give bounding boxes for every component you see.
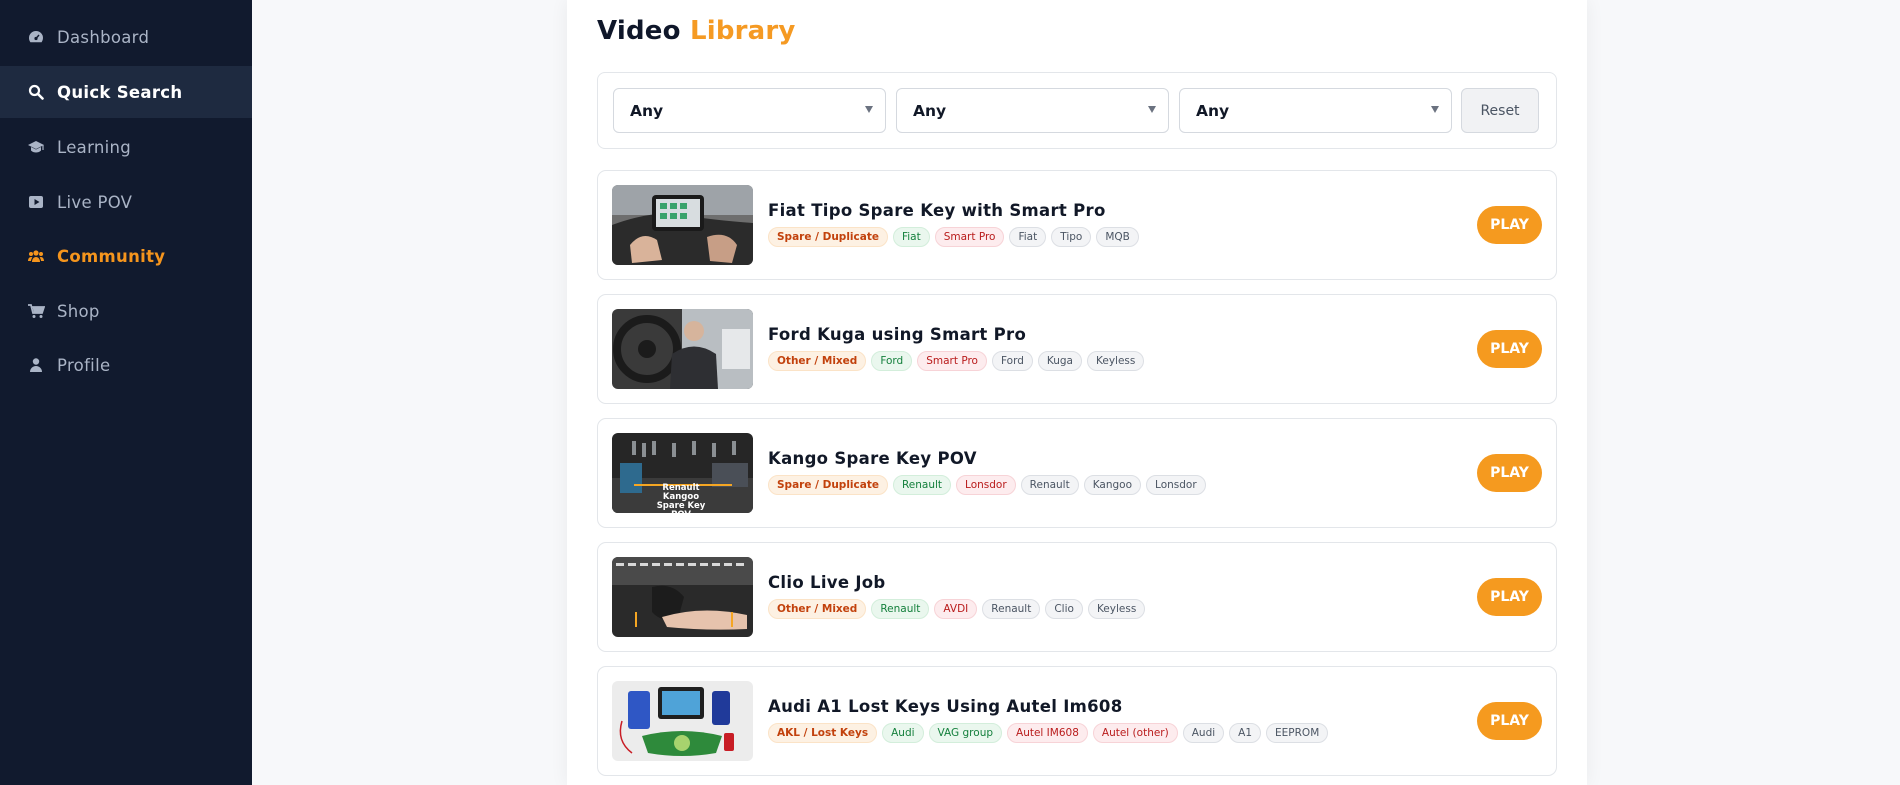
play-icon xyxy=(27,193,45,211)
video-card[interactable]: Renault Kangoo Spare Key POV Kango Spare… xyxy=(597,418,1557,528)
tag-general[interactable]: Ford xyxy=(991,351,1033,371)
tag-make[interactable]: Fiat xyxy=(892,227,930,247)
sidebar-item-shop[interactable]: Shop xyxy=(0,285,252,337)
page-title: Video Library xyxy=(597,16,796,46)
tag-general[interactable]: Audi xyxy=(1182,723,1225,743)
tag-general[interactable]: Fiat xyxy=(1009,227,1047,247)
tag-general[interactable]: Renault xyxy=(1020,475,1079,495)
play-button[interactable]: PLAY xyxy=(1477,206,1542,244)
tag-make[interactable]: Ford xyxy=(871,351,913,371)
video-thumbnail[interactable] xyxy=(612,681,753,761)
sidebar-item-dashboard[interactable]: Dashboard xyxy=(0,11,252,63)
tag-category[interactable]: AKL / Lost Keys xyxy=(768,723,878,743)
tag-general[interactable]: A1 xyxy=(1229,723,1262,743)
tag-general[interactable]: Keyless xyxy=(1087,599,1146,619)
tag-category[interactable]: Spare / Duplicate xyxy=(768,227,888,247)
sidebar-item-live-pov[interactable]: Live POV xyxy=(0,176,252,228)
sidebar-item-label: Quick Search xyxy=(57,82,183,102)
play-button[interactable]: PLAY xyxy=(1477,578,1542,616)
tag-make[interactable]: Renault xyxy=(871,599,930,619)
user-icon xyxy=(27,356,45,374)
tag-make[interactable]: Renault xyxy=(892,475,952,495)
play-button[interactable]: PLAY xyxy=(1477,454,1542,492)
sidebar: Dashboard Quick Search Learning Live POV… xyxy=(0,0,252,785)
filter-select-3-value: Any xyxy=(1196,101,1230,120)
dashboard-gauge-icon xyxy=(27,28,45,46)
chevron-down-icon xyxy=(1148,106,1156,113)
video-card[interactable]: Fiat Tipo Spare Key with Smart Pro Spare… xyxy=(597,170,1557,280)
video-thumbnail[interactable] xyxy=(612,309,753,389)
tag-tool[interactable]: Smart Pro xyxy=(917,351,987,371)
video-thumbnail[interactable] xyxy=(612,557,753,637)
thumbnail-caption-line2: Spare Key POV xyxy=(656,501,706,514)
filter-select-3[interactable]: Any xyxy=(1179,88,1452,133)
sidebar-item-learning[interactable]: Learning xyxy=(0,121,252,173)
page-title-part2: Library xyxy=(689,16,796,46)
filter-select-1-value: Any xyxy=(630,101,664,120)
video-card[interactable]: Clio Live Job Other / Mixed Renault AVDI… xyxy=(597,542,1557,652)
tag-category[interactable]: Spare / Duplicate xyxy=(768,475,888,495)
tag-tool[interactable]: Autel (other) xyxy=(1092,723,1178,743)
tag-tool[interactable]: Autel IM608 xyxy=(1007,723,1088,743)
video-thumbnail[interactable] xyxy=(612,185,753,265)
graduation-cap-icon xyxy=(27,138,45,156)
video-title[interactable]: Kango Spare Key POV xyxy=(768,449,977,468)
sidebar-item-profile[interactable]: Profile xyxy=(0,339,252,391)
chevron-down-icon xyxy=(1431,106,1439,113)
tag-general[interactable]: Tipo xyxy=(1051,227,1092,247)
cart-icon xyxy=(27,302,45,320)
video-library-panel: Video Library Any Any Any Reset Fiat Tip… xyxy=(567,0,1587,785)
video-title[interactable]: Audi A1 Lost Keys Using Autel Im608 xyxy=(768,697,1122,716)
sidebar-item-label: Learning xyxy=(57,137,132,157)
tag-list: Spare / Duplicate Renault Lonsdor Renaul… xyxy=(768,475,1206,495)
play-button[interactable]: PLAY xyxy=(1477,330,1542,368)
tag-make[interactable]: Audi xyxy=(882,723,924,743)
tag-list: AKL / Lost Keys Audi VAG group Autel IM6… xyxy=(768,723,1329,743)
thumbnail-caption-line1: Renault Kangoo xyxy=(662,483,700,502)
tag-make[interactable]: VAG group xyxy=(928,723,1003,743)
thumbnail-caption: Renault Kangoo Spare Key POV xyxy=(646,483,716,514)
tag-general[interactable]: EEPROM xyxy=(1266,723,1329,743)
tag-list: Other / Mixed Ford Smart Pro Ford Kuga K… xyxy=(768,351,1145,371)
video-card[interactable]: Audi A1 Lost Keys Using Autel Im608 AKL … xyxy=(597,666,1557,776)
video-card[interactable]: Ford Kuga using Smart Pro Other / Mixed … xyxy=(597,294,1557,404)
sidebar-item-community[interactable]: Community xyxy=(0,230,252,282)
tag-general[interactable]: Keyless xyxy=(1087,351,1145,371)
sidebar-item-label: Shop xyxy=(57,301,100,321)
video-title[interactable]: Clio Live Job xyxy=(768,573,886,592)
tag-tool[interactable]: AVDI xyxy=(934,599,978,619)
video-title[interactable]: Fiat Tipo Spare Key with Smart Pro xyxy=(768,201,1106,220)
filter-select-2-value: Any xyxy=(913,101,947,120)
sidebar-item-quick-search[interactable]: Quick Search xyxy=(0,66,252,118)
tag-general[interactable]: Renault xyxy=(982,599,1041,619)
sidebar-item-label: Community xyxy=(57,246,166,266)
tag-general[interactable]: Clio xyxy=(1045,599,1083,619)
filter-select-2[interactable]: Any xyxy=(896,88,1169,133)
tag-tool[interactable]: Lonsdor xyxy=(956,475,1016,495)
tag-general[interactable]: Kuga xyxy=(1037,351,1082,371)
chevron-down-icon xyxy=(865,106,873,113)
sidebar-item-label: Profile xyxy=(57,355,111,375)
tag-list: Other / Mixed Renault AVDI Renault Clio … xyxy=(768,599,1146,619)
tag-general[interactable]: Lonsdor xyxy=(1146,475,1206,495)
video-thumbnail[interactable]: Renault Kangoo Spare Key POV xyxy=(612,433,753,513)
filter-select-1[interactable]: Any xyxy=(613,88,886,133)
reset-button[interactable]: Reset xyxy=(1461,88,1539,133)
sidebar-item-label: Dashboard xyxy=(57,27,150,47)
filter-bar: Any Any Any Reset xyxy=(597,72,1557,149)
play-button[interactable]: PLAY xyxy=(1477,702,1542,740)
tag-general[interactable]: Kangoo xyxy=(1083,475,1142,495)
search-icon xyxy=(27,83,45,101)
page-title-part1: Video xyxy=(597,16,681,46)
users-group-icon xyxy=(27,247,45,265)
video-title[interactable]: Ford Kuga using Smart Pro xyxy=(768,325,1026,344)
tag-category[interactable]: Other / Mixed xyxy=(768,351,867,371)
tag-general[interactable]: MQB xyxy=(1096,227,1139,247)
sidebar-item-label: Live POV xyxy=(57,192,133,212)
tag-list: Spare / Duplicate Fiat Smart Pro Fiat Ti… xyxy=(768,227,1139,247)
tag-tool[interactable]: Smart Pro xyxy=(934,227,1005,247)
tag-category[interactable]: Other / Mixed xyxy=(768,599,867,619)
